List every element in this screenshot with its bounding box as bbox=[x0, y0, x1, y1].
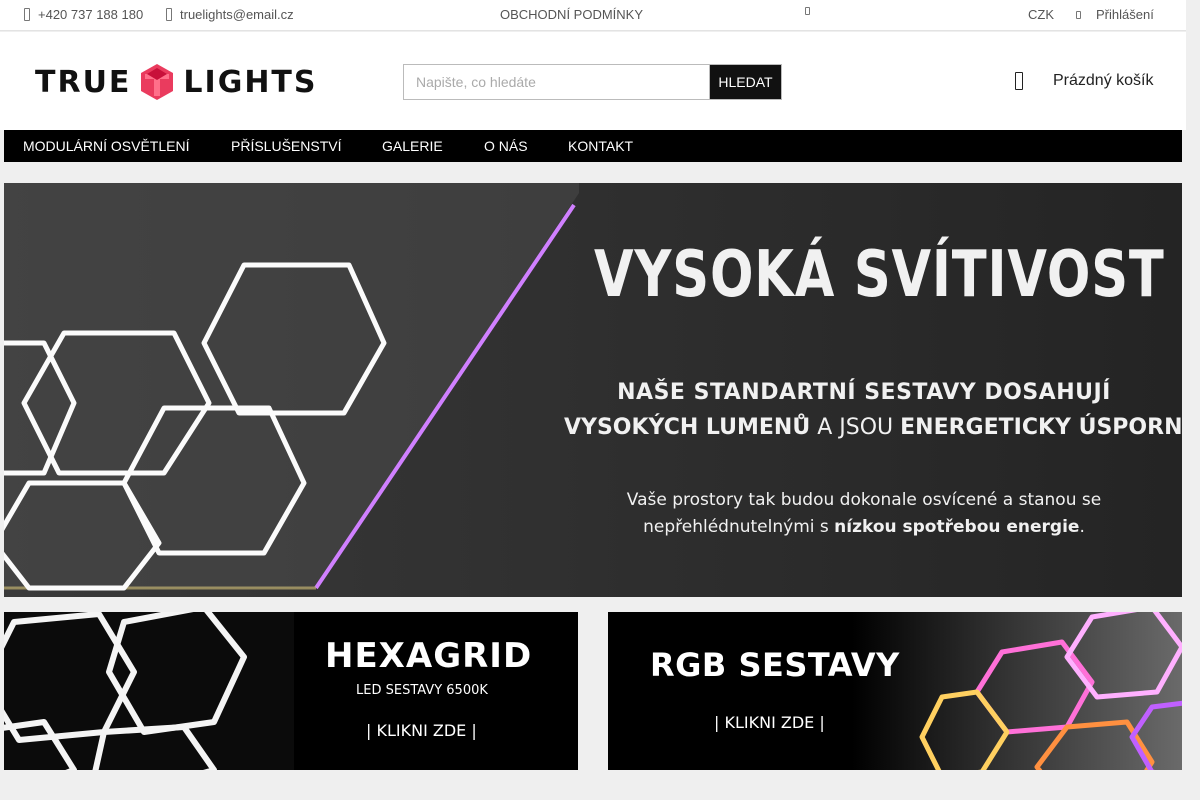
currency-select[interactable]: CZK bbox=[1028, 7, 1081, 22]
hexagrid-lights-graphic bbox=[4, 612, 294, 770]
promo-rgb-cta[interactable]: | KLIKNI ZDE | bbox=[714, 713, 825, 732]
phone-contact[interactable]: +420 737 188 180 bbox=[24, 7, 143, 22]
nav-item-gallery[interactable]: GALERIE bbox=[382, 138, 443, 154]
hero-line-4-highlight: nízkou spotřebou energie bbox=[834, 517, 1080, 537]
logo-text-true: TRUE bbox=[35, 64, 132, 100]
hero-line-2-connector: A JSOU bbox=[810, 415, 901, 440]
cart-label: Prázdný košík bbox=[1053, 72, 1154, 89]
hero-title: VYSOKÁ SVÍTIVOST bbox=[594, 238, 1165, 312]
main-nav: MODULÁRNÍ OSVĚTLENÍ PŘÍSLUŠENSTVÍ GALERI… bbox=[4, 130, 1182, 162]
promo-rgb[interactable]: RGB SESTAVY | KLIKNI ZDE | bbox=[608, 612, 1182, 770]
hero-line-1: NAŠE STANDARTNÍ SESTAVY DOSAHUJÍ bbox=[617, 380, 1111, 405]
nav-item-contact[interactable]: KONTAKT bbox=[568, 138, 633, 154]
rgb-lights-graphic bbox=[852, 612, 1182, 770]
site-header: TRUE LIGHTS HLEDAT Prázdný košík bbox=[0, 32, 1186, 130]
theme-icon bbox=[805, 7, 810, 15]
logo-mark-icon bbox=[141, 64, 174, 100]
top-bar: +420 737 188 180 truelights@email.cz OBC… bbox=[0, 0, 1186, 31]
theme-toggle[interactable] bbox=[805, 7, 810, 15]
promo-hexagrid[interactable]: HEXAGRID LED SESTAVY 6500K | KLIKNI ZDE … bbox=[4, 612, 578, 770]
terms-link[interactable]: OBCHODNÍ PODMÍNKY bbox=[500, 7, 643, 22]
promo-rgb-title: RGB SESTAVY bbox=[650, 646, 900, 684]
email-icon bbox=[166, 8, 172, 21]
promo-hexagrid-subtitle: LED SESTAVY 6500K bbox=[356, 683, 488, 698]
search-button[interactable]: HLEDAT bbox=[709, 64, 782, 100]
email-contact[interactable]: truelights@email.cz bbox=[166, 7, 294, 22]
logo-text-lights: LIGHTS bbox=[183, 64, 318, 100]
currency-value: CZK bbox=[1028, 7, 1054, 22]
phone-icon bbox=[24, 8, 30, 21]
chevron-down-icon bbox=[1076, 10, 1081, 19]
hero-line-3: Vaše prostory tak budou dokonale osvícen… bbox=[626, 490, 1102, 510]
promo-hexagrid-title: HEXAGRID bbox=[325, 636, 533, 676]
cart-icon bbox=[1015, 72, 1023, 90]
nav-item-about[interactable]: O NÁS bbox=[484, 138, 528, 154]
nav-item-accessories[interactable]: PŘÍSLUŠENSTVÍ bbox=[231, 138, 341, 154]
cart-link[interactable]: Prázdný košík bbox=[1015, 72, 1153, 90]
hero-line-2-highlight-1: VYSOKÝCH LUMENŮ bbox=[564, 415, 811, 440]
search-form: HLEDAT bbox=[403, 64, 782, 100]
search-input[interactable] bbox=[403, 64, 709, 100]
email-address: truelights@email.cz bbox=[180, 7, 294, 22]
login-link[interactable]: Přihlášení bbox=[1096, 7, 1154, 22]
nav-item-modular-lighting[interactable]: MODULÁRNÍ OSVĚTLENÍ bbox=[23, 138, 189, 154]
hero-line-2-highlight-2: ENERGETICKY ÚSPORNÉ bbox=[900, 415, 1182, 440]
hero-banner[interactable]: VYSOKÁ SVÍTIVOST NAŠE STANDARTNÍ SESTAVY… bbox=[4, 183, 1182, 597]
logo[interactable]: TRUE LIGHTS bbox=[35, 60, 318, 104]
hero-line-4-end: . bbox=[1079, 517, 1085, 537]
hero-line-4: nepřehlédnutelnými s nízkou spotřebou en… bbox=[564, 517, 1164, 537]
hero-line-4-text: nepřehlédnutelnými s bbox=[643, 517, 835, 537]
hero-line-2: VYSOKÝCH LUMENŮ A JSOU ENERGETICKY ÚSPOR… bbox=[564, 415, 1182, 440]
phone-number: +420 737 188 180 bbox=[38, 7, 144, 22]
promo-hexagrid-cta[interactable]: | KLIKNI ZDE | bbox=[366, 721, 477, 740]
